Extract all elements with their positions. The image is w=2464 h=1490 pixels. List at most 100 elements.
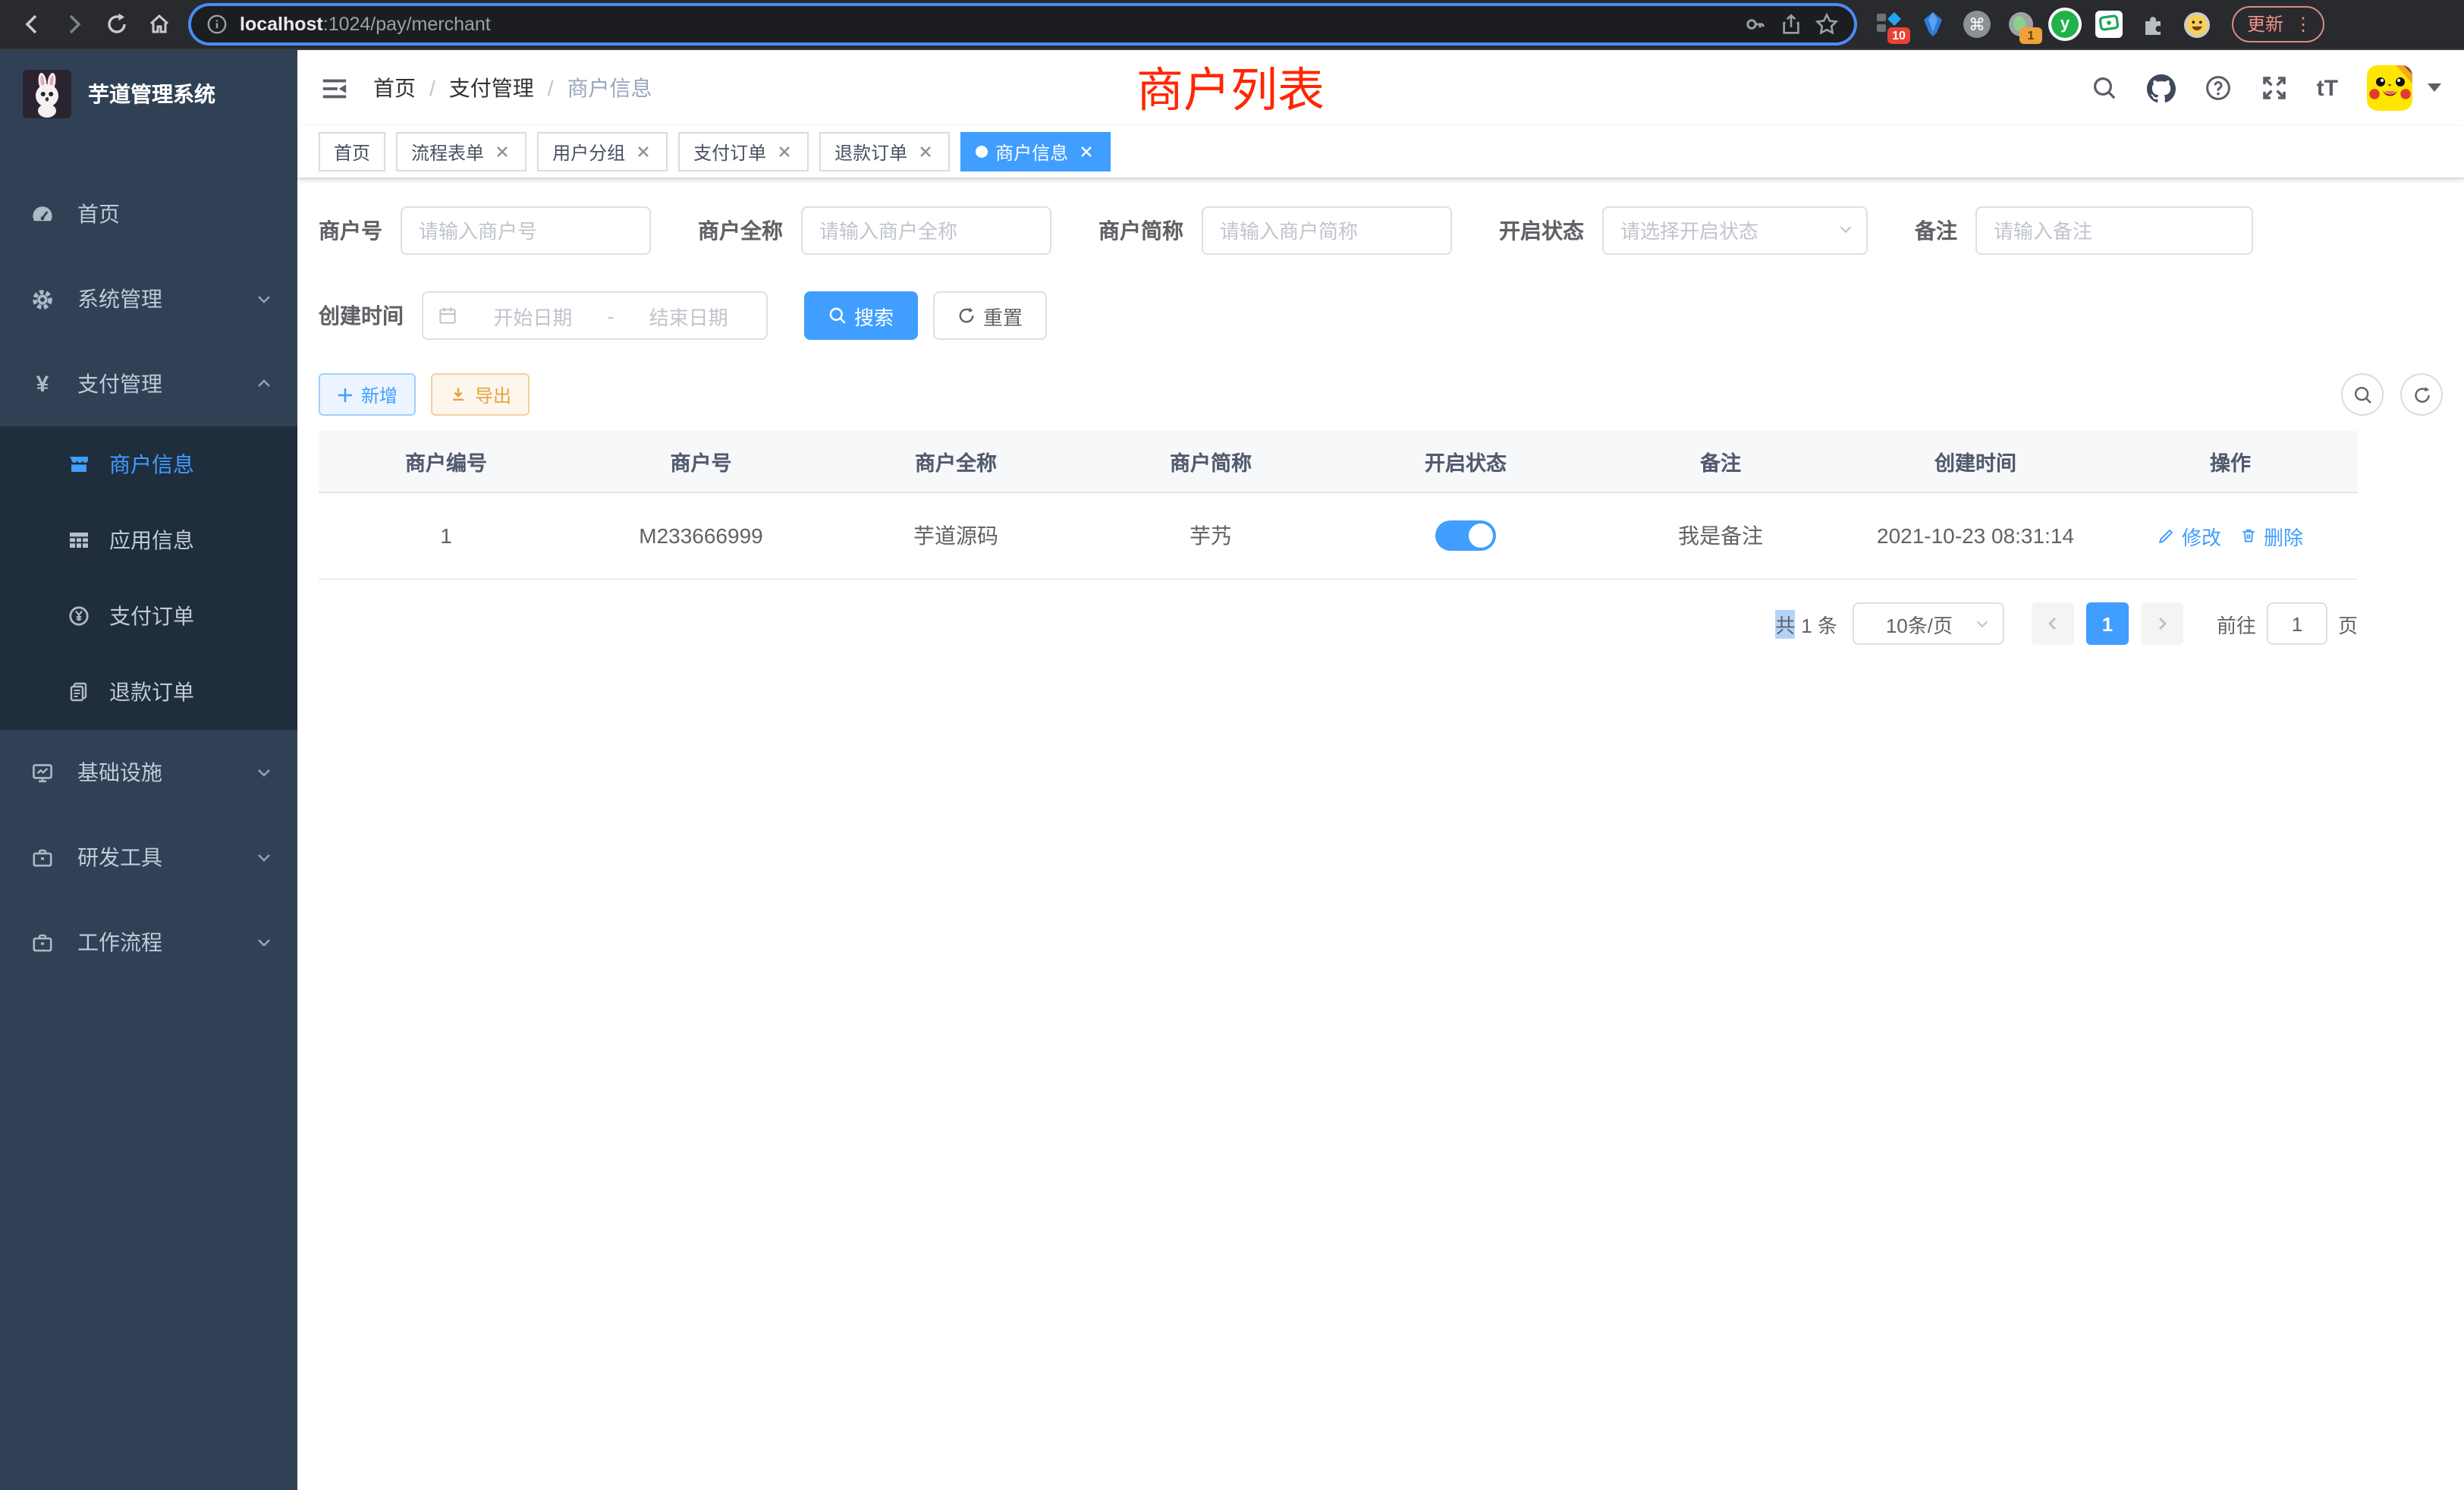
browser-reload-button[interactable] xyxy=(97,5,137,44)
extension-gem-icon[interactable] xyxy=(1919,11,1947,38)
tag-user-group[interactable]: 用户分组 xyxy=(537,132,668,171)
chevron-down-icon xyxy=(255,933,273,951)
delete-label: 删除 xyxy=(2264,521,2303,550)
sidebar-item-app-info[interactable]: 应用信息 xyxy=(0,502,297,578)
prev-page-button[interactable] xyxy=(2032,602,2074,645)
extension-command-icon[interactable]: ⌘ xyxy=(1963,11,1991,38)
address-bar[interactable]: localhost:1024/pay/merchant xyxy=(191,6,1854,42)
add-button[interactable]: 新增 xyxy=(319,373,416,416)
merchant-table: 商户编号 商户号 商户全称 商户简称 开启状态 备注 创建时间 操作 1 M23… xyxy=(319,431,2358,580)
github-icon[interactable] xyxy=(2147,74,2176,102)
tag-refund-order[interactable]: 退款订单 xyxy=(819,132,950,171)
search-button[interactable]: 搜索 xyxy=(804,291,918,340)
browser-home-button[interactable] xyxy=(140,5,179,44)
close-icon[interactable] xyxy=(774,142,794,162)
sidebar-item-label: 应用信息 xyxy=(109,525,194,555)
sidebar-item-workflow[interactable]: 工作流程 xyxy=(0,900,297,985)
fullscreen-icon[interactable] xyxy=(2261,74,2288,102)
extension-y-icon[interactable]: y xyxy=(2051,11,2079,38)
top-navbar: 首页 / 支付管理 / 商户信息 xyxy=(297,50,2464,126)
user-avatar[interactable] xyxy=(2367,65,2412,111)
close-icon[interactable] xyxy=(1076,142,1095,162)
sidebar-item-label: 支付订单 xyxy=(109,601,194,631)
end-date-placeholder[interactable]: 结束日期 xyxy=(624,301,753,330)
delete-link[interactable]: 删除 xyxy=(2239,521,2303,550)
breadcrumb-home[interactable]: 首页 xyxy=(373,73,416,103)
current-page-button[interactable]: 1 xyxy=(2086,602,2129,645)
extension-profile-icon[interactable]: 1 xyxy=(2007,11,2035,38)
edit-pen-icon xyxy=(2158,527,2176,545)
date-range-picker[interactable]: 开始日期 - 结束日期 xyxy=(422,291,768,340)
tag-process-form[interactable]: 流程表单 xyxy=(396,132,526,171)
remark-input[interactable] xyxy=(1975,206,2253,255)
tags-view-bar: 首页 流程表单 用户分组 支付订单 退款订单 xyxy=(297,126,2464,179)
sidebar-item-pay[interactable]: ¥ 支付管理 xyxy=(0,341,297,426)
search-icon[interactable] xyxy=(2091,74,2118,102)
tag-home[interactable]: 首页 xyxy=(319,132,385,171)
tag-label: 退款订单 xyxy=(834,139,907,165)
chevron-down-icon xyxy=(1974,616,1991,633)
sidebar-item-infra[interactable]: 基础设施 xyxy=(0,730,297,815)
page-size-select[interactable]: 10条/页 xyxy=(1853,602,2004,645)
browser-forward-button[interactable] xyxy=(55,5,94,44)
reset-button[interactable]: 重置 xyxy=(933,291,1047,340)
sidebar-item-home[interactable]: 首页 xyxy=(0,171,297,256)
extensions-puzzle-icon[interactable] xyxy=(2139,11,2167,38)
close-icon[interactable] xyxy=(633,142,652,162)
help-icon[interactable] xyxy=(2205,74,2232,102)
browser-avatar[interactable] xyxy=(2183,11,2211,38)
breadcrumb-separator: / xyxy=(429,76,435,100)
browser-update-button[interactable]: 更新 ⋮ xyxy=(2232,6,2324,42)
table-header-row: 商户编号 商户号 商户全称 商户简称 开启状态 备注 创建时间 操作 xyxy=(319,431,2358,493)
sidebar-item-system[interactable]: 系统管理 xyxy=(0,256,297,341)
tag-pay-order[interactable]: 支付订单 xyxy=(678,132,809,171)
sidebar-item-merchant-info[interactable]: 商户信息 xyxy=(0,426,297,502)
font-size-icon[interactable]: tT xyxy=(2317,77,2338,99)
export-button[interactable]: 导出 xyxy=(431,373,530,416)
short-name-input[interactable] xyxy=(1202,206,1452,255)
status-select[interactable] xyxy=(1602,206,1868,255)
extension-pin-icon[interactable]: 10 xyxy=(1875,11,1903,38)
close-icon[interactable] xyxy=(915,142,935,162)
browser-back-button[interactable] xyxy=(12,5,52,44)
sidebar-item-refund-order[interactable]: 退款订单 xyxy=(0,654,297,730)
next-page-button[interactable] xyxy=(2141,602,2183,645)
table-row: 1 M233666999 芋道源码 芋艿 我是备注 2021-10-23 08:… xyxy=(319,493,2358,580)
share-icon[interactable] xyxy=(1780,13,1802,36)
merchant-status-toggle[interactable] xyxy=(1435,520,1496,551)
column-header: 开启状态 xyxy=(1338,446,1593,476)
sidebar-item-pay-order[interactable]: 支付订单 xyxy=(0,578,297,654)
field-label: 商户号 xyxy=(319,215,382,246)
field-label: 备注 xyxy=(1915,215,1957,246)
search-icon xyxy=(2352,385,2372,404)
password-key-icon[interactable] xyxy=(1743,12,1768,36)
search-label: 搜索 xyxy=(854,301,894,330)
sidebar-item-dev-tools[interactable]: 研发工具 xyxy=(0,815,297,900)
avatar-caret-icon[interactable] xyxy=(2428,83,2441,93)
pagination: 共 1 条 10条/页 1 xyxy=(319,602,2358,645)
refresh-table-button[interactable] xyxy=(2400,373,2443,416)
extension-badge: 10 xyxy=(1887,27,1910,44)
page-info-icon[interactable] xyxy=(206,14,228,35)
briefcase-icon xyxy=(30,930,55,954)
url-path: :1024/pay/merchant xyxy=(323,14,491,35)
date-separator: - xyxy=(608,304,614,327)
app-logo[interactable]: 芋道管理系统 xyxy=(0,50,297,138)
bookmark-star-icon[interactable] xyxy=(1815,12,1839,36)
browser-menu-icon[interactable]: ⋮ xyxy=(2294,13,2312,34)
goto-page-input[interactable] xyxy=(2267,602,2327,645)
merchant-no-input[interactable] xyxy=(401,206,651,255)
sidebar-fold-icon[interactable] xyxy=(320,74,349,102)
start-date-placeholder[interactable]: 开始日期 xyxy=(469,301,597,330)
tag-merchant-info[interactable]: 商户信息 xyxy=(960,132,1111,171)
sidebar-item-label: 研发工具 xyxy=(77,842,162,872)
breadcrumb-pay[interactable]: 支付管理 xyxy=(449,73,534,103)
close-icon[interactable] xyxy=(492,142,511,162)
status-select-input[interactable] xyxy=(1602,206,1868,255)
app: 芋道管理系统 首页 系统管理 xyxy=(0,50,2464,1490)
full-name-input[interactable] xyxy=(801,206,1051,255)
show-search-button[interactable] xyxy=(2341,373,2384,416)
extension-chat-icon[interactable] xyxy=(2095,11,2123,38)
sidebar-item-label: 工作流程 xyxy=(77,927,162,957)
edit-link[interactable]: 修改 xyxy=(2158,521,2221,550)
